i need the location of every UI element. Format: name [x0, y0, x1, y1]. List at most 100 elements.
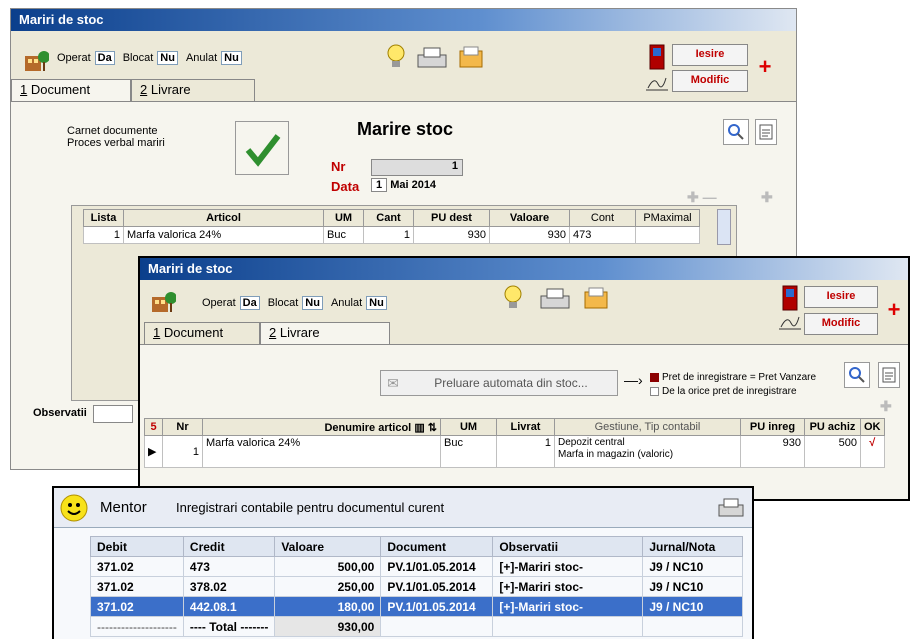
col-pu-achiz: PU achiz	[804, 418, 861, 436]
envelope-icon: ✉	[387, 374, 399, 391]
col-valoare: Valoare	[274, 536, 382, 557]
table-row[interactable]: ▶ 1 Marfa valorica 24% Buc 1 Depozit cen…	[144, 435, 885, 468]
printer-icon[interactable]	[716, 496, 746, 520]
col-valoare: Valoare	[489, 209, 570, 227]
smiley-icon	[60, 494, 88, 522]
signature-icon[interactable]	[776, 310, 804, 334]
preluare-button[interactable]: ✉ Preluare automata din stoc...	[380, 370, 618, 396]
col-articol: Articol	[123, 209, 324, 227]
lightbulb-icon[interactable]	[500, 284, 526, 312]
mentor-titlebar: Mentor Inregistrari contabile pentru doc…	[54, 488, 752, 528]
row-count: 5	[144, 418, 163, 436]
observatii-input[interactable]	[93, 405, 133, 423]
tab-document[interactable]: 1 Document	[11, 79, 131, 101]
red-plus-icon[interactable]: +	[755, 54, 775, 79]
columns-icon: ▥	[414, 421, 425, 434]
anulat-value: Nu	[221, 51, 242, 65]
operat-value: Da	[239, 296, 260, 310]
gestiune-name: Depozit central	[558, 437, 625, 448]
col-cant: Cant	[363, 209, 414, 227]
col-ok: OK	[860, 418, 885, 436]
table-row[interactable]: 1 Marfa valorica 24% Buc 1 930 930 473	[83, 226, 700, 244]
checkmark-icon	[245, 134, 281, 167]
col-jurnal-nota: Jurnal/Nota	[642, 536, 744, 557]
door-exit-icon[interactable]	[780, 284, 800, 312]
magnifier-icon[interactable]	[723, 119, 749, 145]
document-icon[interactable]	[755, 119, 777, 145]
tab-strip: 1 Document 2 Livrare	[11, 79, 255, 101]
table-row[interactable]: 371.02 378.02 250,00 PV.1/01.05.2014 [+]…	[90, 576, 744, 597]
mentor-app-name: Mentor	[100, 499, 147, 516]
tip-contabil: Marfa in magazin (valoric)	[558, 449, 674, 460]
add-row-right-icon[interactable]: ✚	[761, 189, 773, 206]
tab-livrare[interactable]: 2 Livrare	[131, 79, 255, 101]
observatii-label: Observatii	[33, 407, 87, 419]
items-grid: Lista Articol UM Cant PU dest Valoare Co…	[83, 209, 700, 244]
printer-icon[interactable]	[538, 286, 572, 312]
window-mentor: Mentor Inregistrari contabile pentru doc…	[52, 486, 754, 639]
modific-button[interactable]: Modific	[804, 313, 878, 335]
carnet-line2: Proces verbal mariri	[67, 137, 165, 149]
signature-icon[interactable]	[643, 71, 671, 95]
tab-document[interactable]: 1 Document	[144, 322, 260, 344]
operat-value: Da	[94, 51, 115, 65]
col-pmaximal: PMaximal	[635, 209, 700, 227]
data-field[interactable]: 1 Mai 2014	[371, 178, 463, 196]
total-row: -------------------- ---- Total ------- …	[90, 616, 744, 637]
livrare-grid: 5 Nr Denumire articol ▥ ⇅ UM Livrat Gest…	[144, 418, 885, 468]
blocat-label: Blocat	[122, 52, 154, 64]
folder-icon[interactable]	[582, 284, 610, 312]
anulat-label: Anulat	[185, 52, 218, 64]
option-pret-vanzare[interactable]: Pret de inregistrare = Pret Vanzare	[650, 372, 816, 383]
table-row-selected[interactable]: 371.02 442.08.1 180,00 PV.1/01.05.2014 […	[90, 596, 744, 617]
col-document: Document	[380, 536, 494, 557]
anulat-value: Nu	[366, 296, 387, 310]
sort-icon: ⇅	[427, 421, 437, 434]
door-exit-icon[interactable]	[647, 43, 667, 71]
status-line: Operat Da Blocat Nu Anulat Nu	[202, 296, 387, 310]
building-icon[interactable]	[23, 47, 49, 73]
col-observatii: Observatii	[492, 536, 644, 557]
nr-field[interactable]: 1	[371, 159, 463, 176]
ok-check[interactable]: √	[860, 435, 885, 468]
status-line: Operat Da Blocat Nu Anulat Nu	[57, 51, 242, 65]
lightbulb-icon[interactable]	[383, 43, 409, 71]
printer-icon[interactable]	[415, 45, 449, 71]
col-cont: Cont	[569, 209, 636, 227]
building-icon[interactable]	[150, 288, 176, 314]
col-nr: Nr	[162, 418, 203, 436]
blocat-label: Blocat	[267, 297, 299, 309]
iesire-button[interactable]: Iesire	[672, 44, 748, 66]
col-pu-inreg: PU inreg	[740, 418, 805, 436]
col-debit: Debit	[90, 536, 184, 557]
add-row-icon[interactable]: ✚ —	[687, 189, 717, 206]
status-check-box	[235, 121, 289, 175]
folder-icon[interactable]	[457, 43, 485, 71]
window-title: Mariri de stoc	[140, 258, 908, 280]
window-title: Mariri de stoc	[11, 9, 796, 31]
tab-livrare[interactable]: 2 Livrare	[260, 322, 390, 344]
col-gestiune: Gestiune, Tip contabil	[554, 418, 741, 436]
red-plus-icon[interactable]: +	[884, 297, 904, 322]
operat-label: Operat	[57, 52, 91, 64]
preluare-label: Preluare automata din stoc...	[434, 376, 588, 390]
col-denumire: Denumire articol ▥ ⇅	[202, 418, 441, 436]
magnifier-icon[interactable]	[844, 362, 870, 388]
blocat-value: Nu	[302, 296, 323, 310]
add-row-icon[interactable]: ✚	[880, 398, 892, 415]
operat-label: Operat	[202, 297, 236, 309]
iesire-button[interactable]: Iesire	[804, 286, 878, 308]
data-day: 1	[371, 178, 388, 192]
journal-table: Debit Credit Valoare Document Observatii…	[90, 536, 744, 637]
blocat-value: Nu	[157, 51, 178, 65]
col-credit: Credit	[182, 536, 276, 557]
grid-scrollbar[interactable]	[717, 209, 731, 245]
tab-strip: 1 Document 2 Livrare	[144, 322, 390, 344]
col-livrat: Livrat	[496, 418, 555, 436]
carnet-line1: Carnet documente	[67, 125, 158, 137]
table-row[interactable]: 371.02 473 500,00 PV.1/01.05.2014 [+]-Ma…	[90, 556, 744, 577]
row-pointer-icon: ▶	[144, 435, 163, 468]
modific-button[interactable]: Modific	[672, 70, 748, 92]
option-orice-pret[interactable]: De la orice pret de inregistrare	[650, 386, 797, 397]
document-icon[interactable]	[878, 362, 900, 388]
